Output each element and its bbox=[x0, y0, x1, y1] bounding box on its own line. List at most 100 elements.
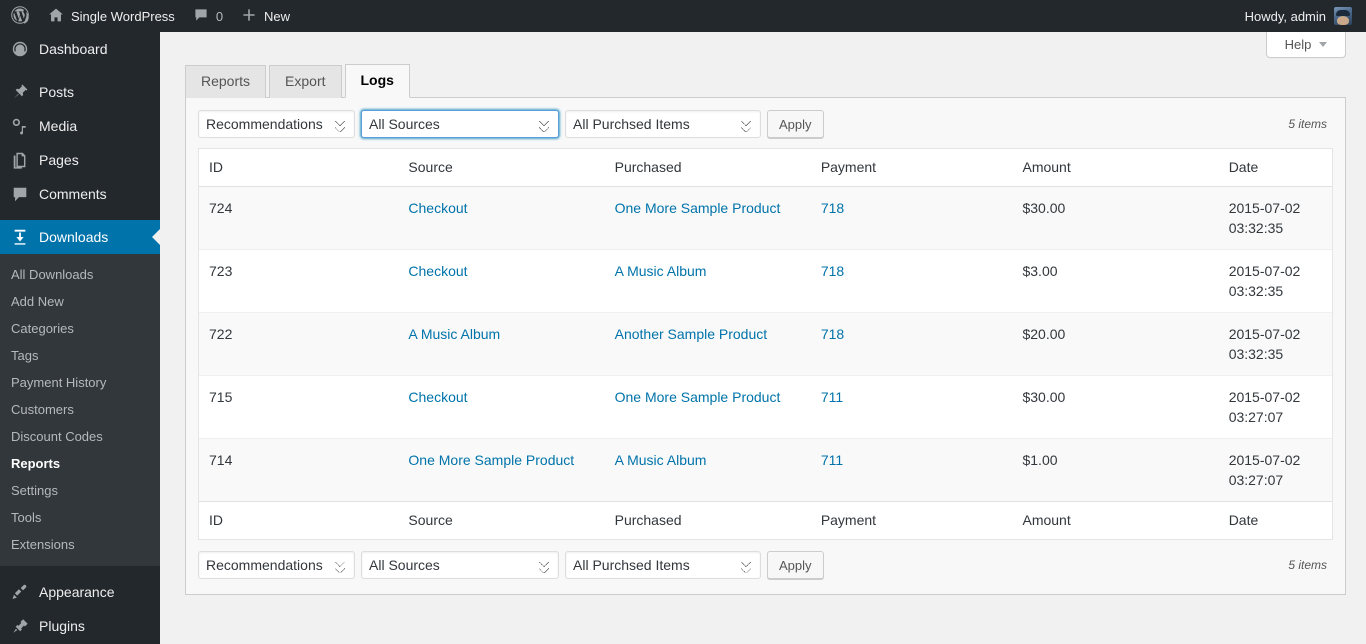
plug-icon bbox=[10, 616, 30, 636]
source-select-bottom[interactable]: All Sources bbox=[361, 551, 559, 579]
submenu-item-customers[interactable]: Customers bbox=[0, 396, 160, 423]
cell-amount: $20.00 bbox=[1012, 313, 1219, 376]
source-link[interactable]: A Music Album bbox=[408, 326, 500, 342]
submenu-item-settings[interactable]: Settings bbox=[0, 477, 160, 504]
cell-date: 2015-07-02 03:32:35 bbox=[1218, 187, 1332, 250]
purchased-link[interactable]: Another Sample Product bbox=[615, 326, 768, 342]
table-row: 714 One More Sample Product A Music Albu… bbox=[199, 439, 1332, 501]
tab-reports[interactable]: Reports bbox=[185, 65, 267, 98]
column-footer-purchased[interactable]: Purchased bbox=[604, 501, 811, 539]
purchased-items-select[interactable]: All Purchsed Items bbox=[565, 110, 761, 138]
cell-purchased: A Music Album bbox=[604, 250, 811, 313]
sidebar-item-plugins[interactable]: Plugins bbox=[0, 609, 160, 643]
sidebar-item-posts[interactable]: Posts bbox=[0, 75, 160, 109]
sidebar-item-dashboard[interactable]: Dashboard bbox=[0, 32, 160, 66]
cell-date: 2015-07-02 03:27:07 bbox=[1218, 376, 1332, 439]
apply-button[interactable]: Apply bbox=[767, 110, 824, 138]
column-footer-id[interactable]: ID bbox=[199, 501, 399, 539]
sidebar-item-pages[interactable]: Pages bbox=[0, 143, 160, 177]
submenu-item-payment-history[interactable]: Payment History bbox=[0, 369, 160, 396]
column-header-payment[interactable]: Payment bbox=[810, 149, 1013, 187]
purchased-items-select-bottom[interactable]: All Purchsed Items bbox=[565, 551, 761, 579]
logs-table: ID Source Purchased Payment Amount Date … bbox=[198, 148, 1333, 540]
cell-date: 2015-07-02 03:32:35 bbox=[1218, 250, 1332, 313]
log-view-select[interactable]: Recommendations bbox=[198, 110, 355, 138]
account-menu[interactable]: Howdy, admin bbox=[1245, 0, 1366, 32]
source-link[interactable]: Checkout bbox=[408, 200, 467, 216]
source-link[interactable]: One More Sample Product bbox=[408, 452, 574, 468]
submenu-item-categories[interactable]: Categories bbox=[0, 315, 160, 342]
menu-separator bbox=[0, 566, 160, 575]
dashboard-icon bbox=[10, 39, 30, 59]
tab-export[interactable]: Export bbox=[269, 65, 342, 98]
purchased-link[interactable]: One More Sample Product bbox=[615, 200, 781, 216]
cell-payment: 718 bbox=[810, 250, 1013, 313]
top-filter-bar: Recommendations All Sources All Purchsed… bbox=[198, 109, 1333, 139]
sidebar-item-comments[interactable]: Comments bbox=[0, 177, 160, 211]
payment-link[interactable]: 718 bbox=[821, 326, 844, 342]
sidebar-item-label: Pages bbox=[39, 152, 79, 168]
comment-bubble-icon bbox=[193, 7, 209, 26]
column-footer-amount[interactable]: Amount bbox=[1012, 501, 1219, 539]
column-header-source[interactable]: Source bbox=[398, 149, 605, 187]
purchased-link[interactable]: A Music Album bbox=[615, 263, 707, 279]
help-button[interactable]: Help bbox=[1266, 32, 1346, 58]
tab-logs[interactable]: Logs bbox=[344, 64, 410, 98]
cell-id: 715 bbox=[199, 376, 399, 439]
payment-link[interactable]: 711 bbox=[821, 452, 843, 468]
source-link[interactable]: Checkout bbox=[408, 389, 467, 405]
cell-id: 723 bbox=[199, 250, 399, 313]
purchased-link[interactable]: One More Sample Product bbox=[615, 389, 781, 405]
submenu-item-tools[interactable]: Tools bbox=[0, 504, 160, 531]
menu-separator bbox=[0, 66, 160, 75]
home-icon bbox=[48, 7, 64, 26]
table-header-row: ID Source Purchased Payment Amount Date bbox=[199, 149, 1332, 187]
column-header-purchased[interactable]: Purchased bbox=[604, 149, 811, 187]
submenu-item-discount-codes[interactable]: Discount Codes bbox=[0, 423, 160, 450]
column-footer-source[interactable]: Source bbox=[398, 501, 605, 539]
sidebar-item-label: Appearance bbox=[39, 584, 115, 600]
plus-icon bbox=[241, 7, 257, 26]
payment-link[interactable]: 718 bbox=[821, 200, 844, 216]
cell-amount: $30.00 bbox=[1012, 376, 1219, 439]
submenu-item-add-new[interactable]: Add New bbox=[0, 288, 160, 315]
submenu-item-tags[interactable]: Tags bbox=[0, 342, 160, 369]
table-row: 722 A Music Album Another Sample Product… bbox=[199, 313, 1332, 376]
purchased-link[interactable]: A Music Album bbox=[615, 452, 707, 468]
sidebar-item-appearance[interactable]: Appearance bbox=[0, 575, 160, 609]
submenu-item-reports[interactable]: Reports bbox=[0, 450, 160, 477]
payment-link[interactable]: 718 bbox=[821, 263, 844, 279]
column-header-date[interactable]: Date bbox=[1218, 149, 1332, 187]
source-link[interactable]: Checkout bbox=[408, 263, 467, 279]
submenu-item-extensions[interactable]: Extensions bbox=[0, 531, 160, 558]
payment-link[interactable]: 711 bbox=[821, 389, 843, 405]
log-view-select-bottom[interactable]: Recommendations bbox=[198, 551, 355, 579]
items-count-top: 5 items bbox=[1288, 117, 1327, 131]
new-content-menu[interactable]: New bbox=[232, 0, 299, 32]
table-footer-row: ID Source Purchased Payment Amount Date bbox=[199, 501, 1332, 539]
sidebar-item-label: Plugins bbox=[39, 618, 85, 634]
submenu-item-all-downloads[interactable]: All Downloads bbox=[0, 261, 160, 288]
sidebar-item-media[interactable]: Media bbox=[0, 109, 160, 143]
cell-amount: $30.00 bbox=[1012, 187, 1219, 250]
avatar bbox=[1334, 7, 1352, 25]
site-name-menu[interactable]: Single WordPress bbox=[39, 0, 184, 32]
apply-button-bottom[interactable]: Apply bbox=[767, 551, 824, 579]
column-header-amount[interactable]: Amount bbox=[1012, 149, 1219, 187]
source-select[interactable]: All Sources bbox=[361, 110, 559, 138]
cell-date: 2015-07-02 03:27:07 bbox=[1218, 439, 1332, 501]
column-footer-payment[interactable]: Payment bbox=[810, 501, 1013, 539]
wordpress-logo-button[interactable] bbox=[0, 0, 39, 32]
column-header-id[interactable]: ID bbox=[199, 149, 399, 187]
table-row: 724 Checkout One More Sample Product 718… bbox=[199, 187, 1332, 250]
howdy-label: Howdy, admin bbox=[1244, 8, 1326, 24]
sidebar-item-downloads[interactable]: Downloads bbox=[0, 220, 160, 254]
cell-source: Checkout bbox=[398, 250, 605, 313]
items-count-bottom: 5 items bbox=[1288, 558, 1327, 572]
comments-bubble-button[interactable]: 0 bbox=[184, 0, 232, 32]
column-footer-date[interactable]: Date bbox=[1218, 501, 1332, 539]
new-label: New bbox=[264, 8, 291, 24]
sidebar-item-label: Posts bbox=[39, 84, 75, 100]
sidebar-item-label: Dashboard bbox=[39, 41, 108, 57]
table-row: 723 Checkout A Music Album 718 $3.00 201… bbox=[199, 250, 1332, 313]
